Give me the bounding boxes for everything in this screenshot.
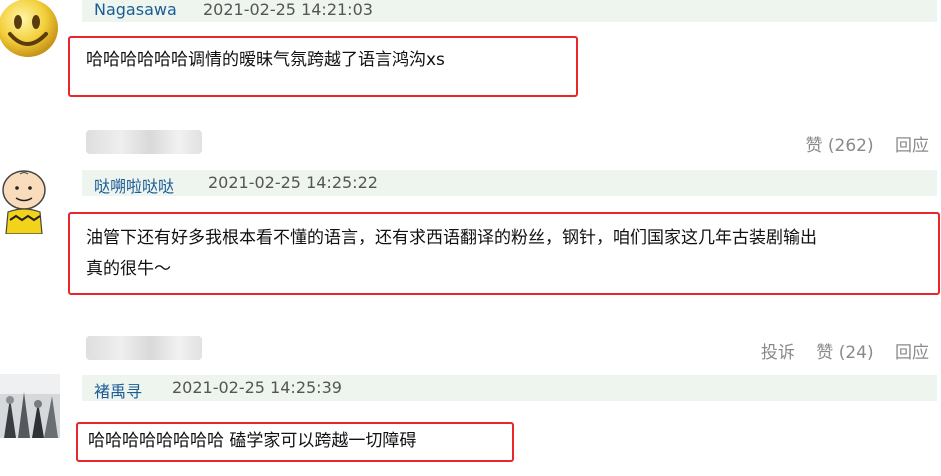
- smiley-face-icon: [0, 0, 58, 57]
- avatar[interactable]: [0, 0, 60, 60]
- comment-actions: 投诉 赞 (24) 回应: [745, 338, 929, 363]
- comment-text: 真的很牛～: [86, 259, 171, 279]
- reply-button[interactable]: 回应: [895, 343, 929, 363]
- blurred-reply-preview: [86, 336, 202, 360]
- report-button[interactable]: 投诉: [761, 343, 795, 363]
- comment-actions: 赞 (262) 回应: [789, 131, 929, 156]
- reply-button[interactable]: 回应: [895, 136, 929, 156]
- blurred-reply-preview: [86, 130, 202, 154]
- comment-text: 哈哈哈哈哈哈哈哈 磕学家可以跨越一切障碍: [88, 431, 417, 451]
- comment-text: 哈哈哈哈哈哈调情的暧昧气氛跨越了语言鸿沟xs: [86, 50, 445, 70]
- like-button[interactable]: 赞 (262): [805, 136, 873, 156]
- comment-text: 油管下还有好多我根本看不懂的语言，还有求西语翻译的粉丝，钢针，咱们国家这几年古装…: [86, 228, 817, 248]
- comment-timestamp: 2021-02-25 14:25:39: [172, 378, 342, 397]
- avatar[interactable]: [0, 374, 60, 438]
- username-link[interactable]: 哒嗍啦哒哒: [94, 173, 174, 197]
- like-button[interactable]: 赞 (24): [816, 343, 873, 363]
- cartoon-boy-icon: [0, 166, 48, 234]
- comment-timestamp: 2021-02-25 14:21:03: [203, 0, 373, 19]
- avatar[interactable]: [0, 166, 48, 234]
- username-link[interactable]: 褚禹寻: [94, 378, 142, 402]
- comment-timestamp: 2021-02-25 14:25:22: [208, 173, 378, 192]
- photo-avatar-icon: [0, 374, 60, 438]
- username-link[interactable]: Nagasawa: [94, 0, 177, 19]
